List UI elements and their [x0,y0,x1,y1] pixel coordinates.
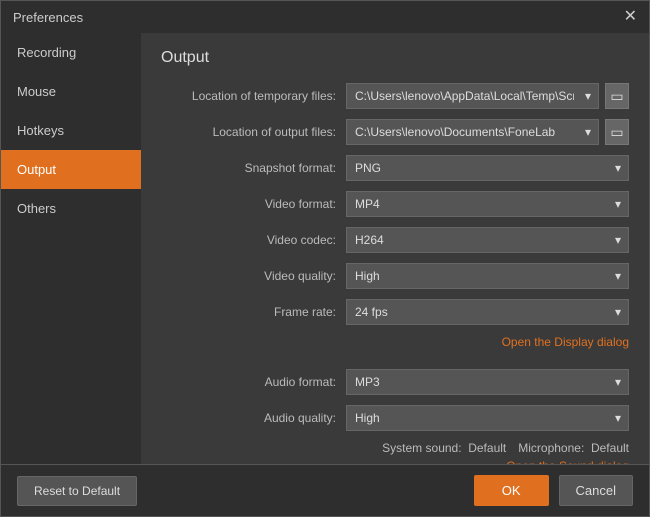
audio-format-control: MP3 [346,369,629,395]
frame-rate-row: Frame rate: 24 fps [161,299,629,325]
sidebar: Recording Mouse Hotkeys Output Others [1,33,141,464]
temp-files-label: Location of temporary files: [161,89,346,103]
temp-files-control: C:\Users\lenovo\AppData\Local\Temp\Scree… [346,83,629,109]
video-format-label: Video format: [161,197,346,211]
reset-to-default-button[interactable]: Reset to Default [17,476,137,506]
video-format-row: Video format: MP4 [161,191,629,217]
temp-files-select[interactable]: C:\Users\lenovo\AppData\Local\Temp\Scree… [346,83,599,109]
video-codec-control: H264 [346,227,629,253]
video-codec-label: Video codec: [161,233,346,247]
temp-files-select-wrapper: C:\Users\lenovo\AppData\Local\Temp\Scree… [346,83,599,109]
video-codec-select[interactable]: H264 [346,227,629,253]
video-quality-label: Video quality: [161,269,346,283]
cancel-button[interactable]: Cancel [559,475,633,506]
video-format-select[interactable]: MP4 [346,191,629,217]
preferences-dialog: Preferences ✕ Recording Mouse Hotkeys Ou… [0,0,650,517]
open-display-dialog-link[interactable]: Open the Display dialog [502,335,629,349]
video-quality-control: High [346,263,629,289]
audio-quality-control: High [346,405,629,431]
frame-rate-select-wrapper: 24 fps [346,299,629,325]
video-format-control: MP4 [346,191,629,217]
footer-right: OK Cancel [474,475,633,506]
output-files-row: Location of output files: C:\Users\lenov… [161,119,629,145]
divider [161,357,629,369]
microphone-label: Microphone: Default [518,441,629,455]
sidebar-item-hotkeys[interactable]: Hotkeys [1,111,141,150]
snapshot-format-label: Snapshot format: [161,161,346,175]
snapshot-format-select-wrapper: PNG [346,155,629,181]
title-bar: Preferences ✕ [1,1,649,33]
system-sound-row: System sound: Default Microphone: Defaul… [161,441,629,455]
ok-button[interactable]: OK [474,475,549,506]
footer: Reset to Default OK Cancel [1,464,649,516]
video-quality-select[interactable]: High [346,263,629,289]
video-format-select-wrapper: MP4 [346,191,629,217]
display-link-row: Open the Display dialog [161,335,629,349]
audio-quality-select-wrapper: High [346,405,629,431]
system-sound-label: System sound: Default [382,441,506,455]
video-codec-select-wrapper: H264 [346,227,629,253]
output-files-folder-button[interactable]: ▭ [605,119,629,145]
video-quality-select-wrapper: High [346,263,629,289]
temp-files-row: Location of temporary files: C:\Users\le… [161,83,629,109]
frame-rate-control: 24 fps [346,299,629,325]
content-area: Recording Mouse Hotkeys Output Others Ou… [1,33,649,464]
close-button[interactable]: ✕ [624,9,637,25]
sidebar-item-others[interactable]: Others [1,189,141,228]
audio-format-row: Audio format: MP3 [161,369,629,395]
output-files-select-wrapper: C:\Users\lenovo\Documents\FoneLab [346,119,599,145]
dialog-title: Preferences [13,10,83,25]
output-files-control: C:\Users\lenovo\Documents\FoneLab ▭ [346,119,629,145]
audio-quality-label: Audio quality: [161,411,346,425]
snapshot-format-control: PNG [346,155,629,181]
video-quality-row: Video quality: High [161,263,629,289]
snapshot-format-select[interactable]: PNG [346,155,629,181]
snapshot-format-row: Snapshot format: PNG [161,155,629,181]
frame-rate-select[interactable]: 24 fps [346,299,629,325]
audio-format-select[interactable]: MP3 [346,369,629,395]
audio-format-select-wrapper: MP3 [346,369,629,395]
output-section-title: Output [161,49,629,67]
sidebar-item-output[interactable]: Output [1,150,141,189]
video-codec-row: Video codec: H264 [161,227,629,253]
audio-quality-select[interactable]: High [346,405,629,431]
frame-rate-label: Frame rate: [161,305,346,319]
output-files-label: Location of output files: [161,125,346,139]
audio-quality-row: Audio quality: High [161,405,629,431]
sidebar-item-recording[interactable]: Recording [1,33,141,72]
temp-files-folder-button[interactable]: ▭ [605,83,629,109]
sidebar-item-mouse[interactable]: Mouse [1,72,141,111]
main-content: Output Location of temporary files: C:\U… [141,33,649,464]
output-files-select[interactable]: C:\Users\lenovo\Documents\FoneLab [346,119,599,145]
audio-format-label: Audio format: [161,375,346,389]
